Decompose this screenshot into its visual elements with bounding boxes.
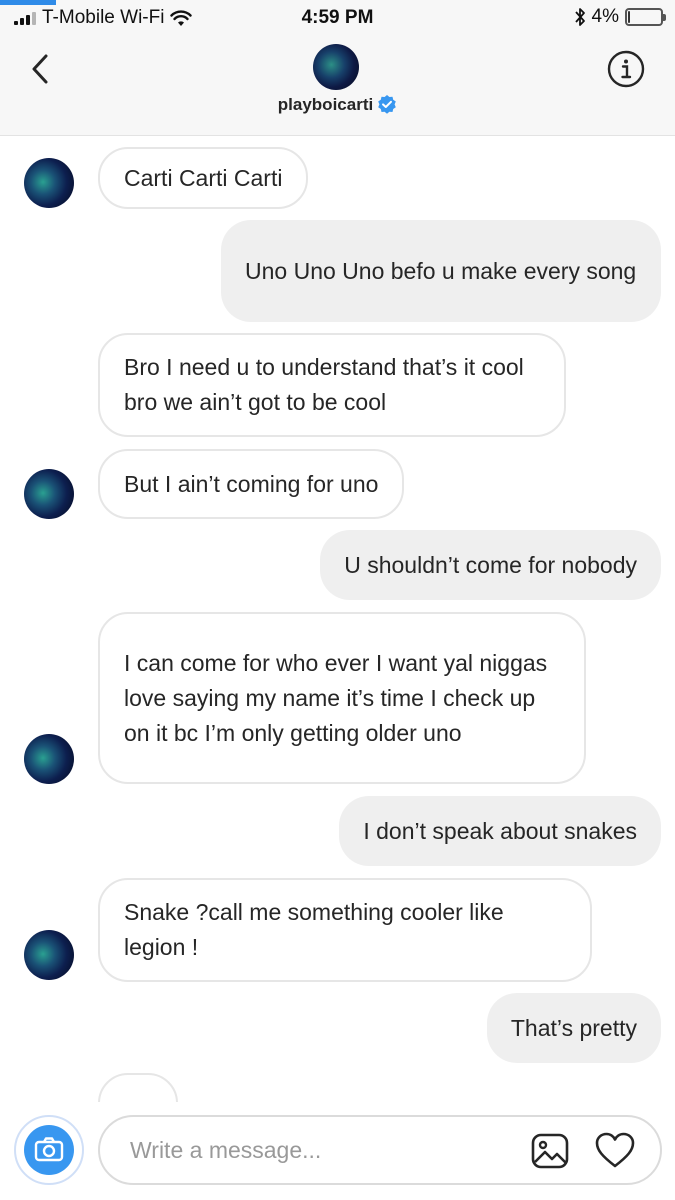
- gallery-icon[interactable]: [530, 1131, 570, 1171]
- sender-avatar[interactable]: [24, 469, 74, 519]
- message-bubble-outgoing[interactable]: Uno Uno Uno befo u make every song: [221, 220, 661, 322]
- status-bar: T-Mobile Wi-Fi 4:59 PM 4%: [0, 0, 675, 36]
- message-bubble-incoming[interactable]: I can come for who ever I want yal nigga…: [98, 612, 586, 784]
- back-chevron-icon[interactable]: [24, 52, 58, 86]
- status-indicator-strip: [0, 0, 56, 5]
- camera-icon: [34, 1137, 64, 1162]
- battery-percent: 4%: [591, 6, 619, 27]
- message-text: U shouldn’t come for nobody: [344, 551, 637, 578]
- message-text: Uno Uno Uno befo u make every song: [245, 257, 637, 284]
- bluetooth-icon: [574, 8, 585, 26]
- message-bubble-incoming[interactable]: Bro I need u to understand that’s it coo…: [98, 333, 566, 437]
- camera-button-circle: [24, 1125, 74, 1175]
- message-input[interactable]: [130, 1131, 510, 1169]
- message-thread[interactable]: Carti Carti Carti Uno Uno Uno befo u mak…: [0, 137, 675, 1102]
- message-bubble-incoming[interactable]: Carti Carti Carti: [98, 147, 309, 209]
- message-text: But I ain’t coming for uno: [124, 470, 379, 497]
- sender-avatar[interactable]: [24, 734, 74, 784]
- typing-indicator: [98, 1073, 178, 1102]
- message-bubble-incoming[interactable]: Snake ?call me something cooler like leg…: [98, 878, 592, 982]
- sender-avatar[interactable]: [24, 158, 74, 208]
- header-avatar[interactable]: [313, 44, 359, 90]
- message-input-container[interactable]: [98, 1115, 662, 1185]
- battery-icon: [625, 8, 666, 26]
- message-text: I don’t speak about snakes: [363, 817, 637, 844]
- message-text: Snake ?call me something cooler like leg…: [124, 899, 504, 960]
- verified-badge-icon: [378, 95, 397, 114]
- message-text: Bro I need u to understand that’s it coo…: [124, 354, 524, 415]
- message-text: Carti Carti Carti: [124, 164, 283, 191]
- sender-avatar[interactable]: [24, 930, 74, 980]
- camera-button[interactable]: [14, 1115, 84, 1185]
- message-bubble-incoming[interactable]: But I ain’t coming for uno: [98, 449, 405, 519]
- message-composer: [0, 1102, 675, 1200]
- message-text: That’s pretty: [510, 1014, 637, 1041]
- info-icon[interactable]: [607, 50, 645, 88]
- message-bubble-outgoing[interactable]: I don’t speak about snakes: [339, 796, 661, 866]
- username-label: playboicarti: [277, 95, 374, 114]
- message-bubble-outgoing[interactable]: That’s pretty: [486, 993, 661, 1063]
- conversation-header: playboicarti: [0, 36, 675, 136]
- heart-icon[interactable]: [594, 1130, 636, 1172]
- message-text: I can come for who ever I want yal nigga…: [124, 649, 548, 746]
- message-bubble-outgoing[interactable]: U shouldn’t come for nobody: [320, 530, 661, 600]
- header-username[interactable]: playboicarti: [0, 94, 675, 115]
- battery-fill: [628, 11, 630, 23]
